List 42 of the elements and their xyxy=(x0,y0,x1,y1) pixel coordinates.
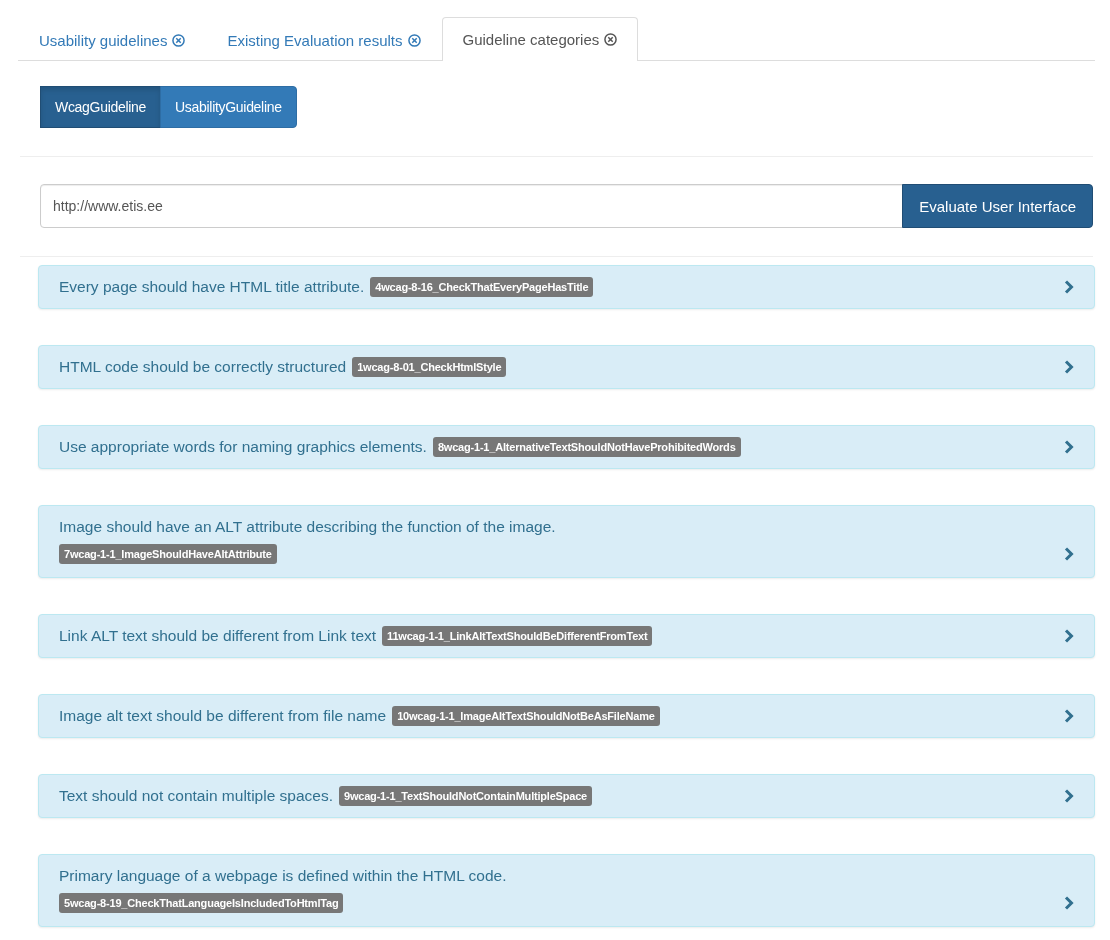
guideline-code-label: 7wcag-1-1_ImageShouldHaveAltAttribute xyxy=(59,544,277,564)
chevron-right-icon xyxy=(1064,547,1074,561)
guideline-panel[interactable]: Link ALT text should be different from Link text 11wcag-1-1_LinkAltTextShouldBeDifferentFromText xyxy=(38,614,1095,658)
chevron-right-icon xyxy=(1064,789,1074,803)
guideline-panel[interactable]: Every page should have HTML title attribute. 4wcag-8-16_CheckThatEveryPageHasTitle xyxy=(38,265,1095,309)
guideline-panel[interactable]: Text should not contain multiple spaces. 9wcag-1-1_TextShouldNotContainMultipleSpace xyxy=(38,774,1095,818)
close-icon[interactable] xyxy=(172,33,186,47)
guideline-panel[interactable]: Image alt text should be different from file name 10wcag-1-1_ImageAltTextShouldNotBeAsFileName xyxy=(38,694,1095,738)
guideline-text: Link ALT text should be different from Link text xyxy=(59,627,377,644)
guideline-text: Text should not contain multiple spaces. xyxy=(59,787,333,804)
guideline-panel[interactable]: Use appropriate words for naming graphics elements. 8wcag-1-1_AlternativeTextShouldNotHaveProhibitedWords xyxy=(38,425,1095,469)
guideline-code-label: 1wcag-8-01_CheckHtmlStyle xyxy=(352,357,507,377)
tab[interactable]: Guideline categories xyxy=(441,17,639,61)
category-button[interactable]: WcagGuideline xyxy=(40,86,162,128)
guideline-text: Image alt text should be different from file name xyxy=(59,707,387,724)
guideline-text: Use appropriate words for naming graphics elements. xyxy=(59,438,427,455)
chevron-right-icon xyxy=(1064,360,1074,374)
close-icon[interactable] xyxy=(407,33,421,47)
guideline-text: Primary language of a webpage is defined within the HTML code. xyxy=(59,866,508,886)
guideline-panel[interactable]: Image should have an ALT attribute describing the function of the image. 7wcag-1-1_ImageShouldHaveAltAttribute xyxy=(38,505,1095,578)
tab[interactable]: Usability guidelines xyxy=(18,18,207,61)
guideline-code-label: 8wcag-1-1_AlternativeTextShouldNotHaveProhibitedWords xyxy=(432,437,741,457)
chevron-right-icon xyxy=(1064,280,1074,294)
guideline-code-label: 11wcag-1-1_LinkAltTextShouldBeDifferentFromText xyxy=(382,626,653,646)
chevron-right-icon xyxy=(1064,709,1074,723)
chevron-right-icon xyxy=(1064,629,1074,643)
guideline-panel[interactable]: Primary language of a webpage is defined within the HTML code. 5wcag-8-19_CheckThatLanguageIsIncludedToHtmlTag xyxy=(38,854,1095,927)
url-field[interactable]: http://www.etis.ee xyxy=(40,184,904,228)
guideline-text: Every page should have HTML title attribute. xyxy=(59,278,365,295)
guideline-code-label: 10wcag-1-1_ImageAltTextShouldNotBeAsFileName xyxy=(392,706,660,726)
tab[interactable]: Existing Evaluation results xyxy=(206,18,442,61)
chevron-right-icon xyxy=(1064,896,1074,910)
guideline-code-label: 9wcag-1-1_TextShouldNotContainMultipleSpace xyxy=(339,786,592,806)
guideline-code-label: 4wcag-8-16_CheckThatEveryPageHasTitle xyxy=(370,277,594,297)
evaluate-button[interactable]: Evaluate User Interface xyxy=(902,184,1093,228)
category-button[interactable]: UsabilityGuideline xyxy=(160,86,297,128)
chevron-right-icon xyxy=(1064,440,1074,454)
guideline-text: Image should have an ALT attribute describing the function of the image. xyxy=(59,517,557,537)
guideline-code-label: 5wcag-8-19_CheckThatLanguageIsIncludedToHtmlTag xyxy=(59,893,344,913)
close-icon[interactable] xyxy=(604,33,618,46)
guideline-panel[interactable]: HTML code should be correctly structured 1wcag-8-01_CheckHtmlStyle xyxy=(38,345,1095,389)
guideline-text: HTML code should be correctly structured xyxy=(59,358,347,375)
